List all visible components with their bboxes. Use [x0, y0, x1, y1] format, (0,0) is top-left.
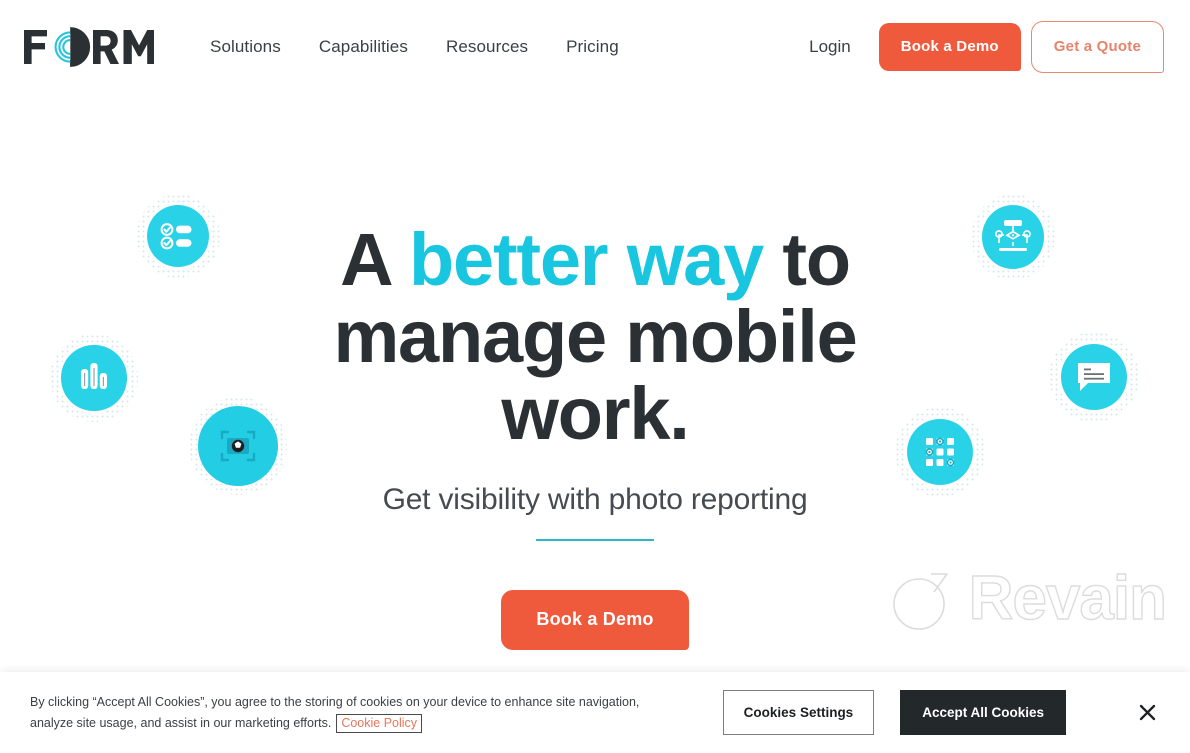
cookies-settings-button[interactable]: Cookies Settings	[722, 690, 875, 735]
site-header: Solutions Capabilities Resources Pricing…	[0, 0, 1190, 94]
book-a-demo-button-header[interactable]: Book a Demo	[878, 23, 1021, 71]
form-logo-mark	[24, 27, 154, 67]
headline-text-part1: A	[340, 218, 409, 301]
hero-headline: A better way to manage mobile work.	[235, 221, 955, 453]
nav-item-capabilities[interactable]: Capabilities	[319, 29, 446, 65]
nav-item-resources[interactable]: Resources	[446, 29, 566, 65]
hero-subheadline: Get visibility with photo reporting	[382, 482, 808, 516]
primary-nav: Solutions Capabilities Resources Pricing	[210, 29, 657, 65]
close-icon[interactable]	[1134, 700, 1160, 726]
book-a-demo-button-hero[interactable]: Book a Demo	[501, 589, 689, 650]
cookie-banner-body: By clicking “Accept All Cookies”, you ag…	[30, 695, 640, 730]
login-link[interactable]: Login	[809, 37, 851, 57]
headline-accent-text: better way	[409, 218, 764, 301]
accept-all-cookies-button[interactable]: Accept All Cookies	[900, 690, 1066, 735]
cookie-consent-banner: By clicking “Accept All Cookies”, you ag…	[0, 672, 1190, 753]
hero-content: A better way to manage mobile work. Get …	[0, 221, 1190, 650]
form-logo[interactable]	[24, 25, 154, 69]
nav-item-solutions[interactable]: Solutions	[210, 29, 319, 65]
hero-divider	[536, 538, 654, 541]
close-x-glyph	[1139, 704, 1155, 721]
cookie-policy-link[interactable]: Cookie Policy	[336, 713, 423, 733]
nav-item-pricing[interactable]: Pricing	[566, 29, 657, 65]
hero-section: A better way to manage mobile work. Get …	[0, 94, 1190, 672]
cookie-banner-text: By clicking “Accept All Cookies”, you ag…	[30, 692, 650, 733]
get-a-quote-button[interactable]: Get a Quote	[1030, 21, 1164, 73]
